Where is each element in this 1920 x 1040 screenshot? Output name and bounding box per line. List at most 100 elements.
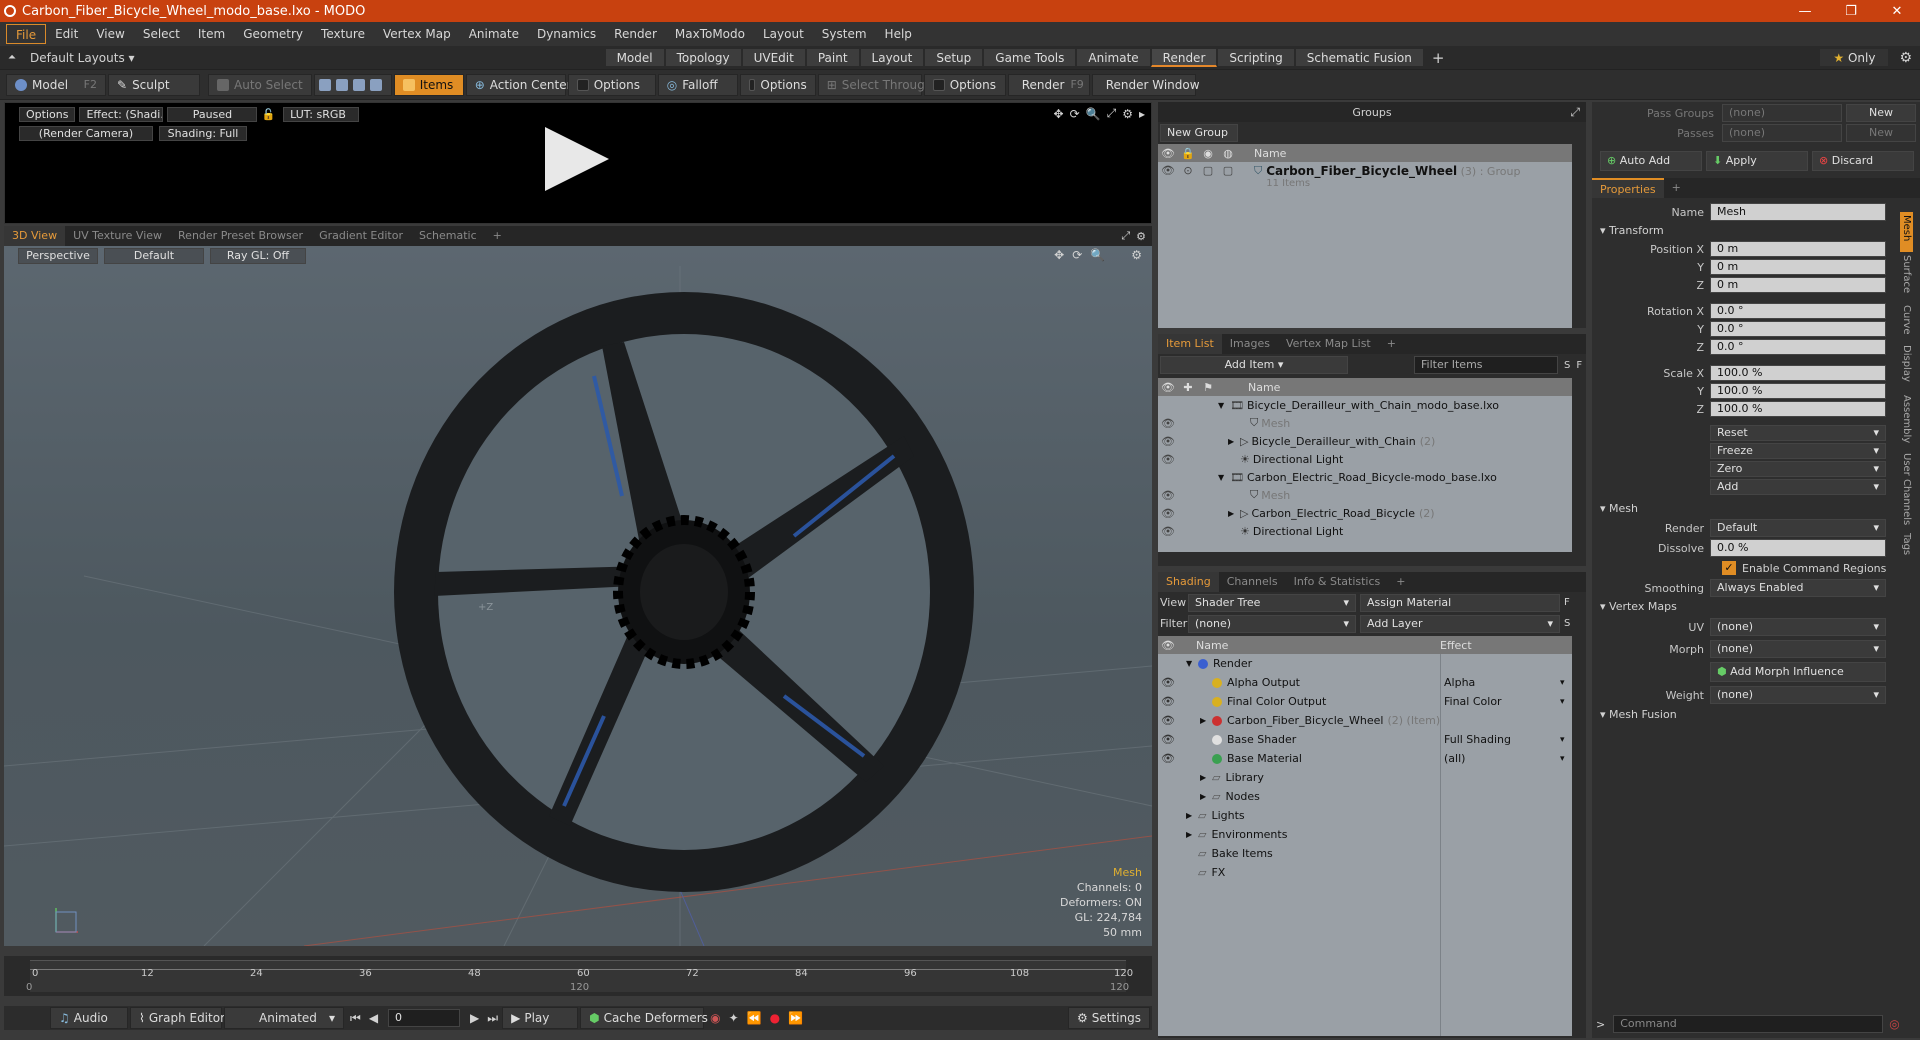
options-button-3[interactable]: Options	[923, 73, 1006, 96]
expand-arrow-icon[interactable]: ▶	[1200, 792, 1212, 801]
side-tab-tags[interactable]: Tags	[1900, 530, 1913, 566]
menu-maxtomodo[interactable]: MaxToModo	[666, 24, 754, 44]
eye-icon[interactable]: 👁	[1158, 695, 1178, 708]
tab-animate[interactable]: Animate	[1076, 48, 1151, 67]
effect-dropdown-icon[interactable]: ▾	[1560, 697, 1565, 707]
eye-icon[interactable]: 👁	[1158, 733, 1178, 746]
view-dropdown[interactable]: Shader Tree ▾	[1188, 593, 1356, 612]
preview-shading-dropdown[interactable]: Shading: Full	[159, 125, 247, 141]
last-frame-icon[interactable]: ⏭	[487, 1011, 498, 1026]
tab-schematic-fusion[interactable]: Schematic Fusion	[1294, 48, 1424, 67]
expand-arrow-icon[interactable]: ▼	[1218, 401, 1230, 410]
new-pass-group-button[interactable]: New	[1846, 104, 1916, 122]
tab-uv-texture-view[interactable]: UV Texture View	[65, 226, 170, 246]
select-through-button[interactable]: ⊞ Select Through	[817, 73, 932, 96]
lock-icon[interactable]: ⊙	[1178, 164, 1198, 177]
shader-row[interactable]: ▶ ▱ Environments	[1158, 825, 1572, 844]
list-item[interactable]: 👁 ⛉ Mesh	[1158, 414, 1572, 432]
side-tab-surface[interactable]: Surface	[1900, 252, 1913, 302]
preview-options-button[interactable]: Options	[19, 106, 76, 122]
animated-dropdown[interactable]: Animated ▾	[224, 1007, 344, 1029]
transform-section[interactable]: ▾ Transform	[1592, 222, 1892, 240]
apply-button[interactable]: ⬇ Apply	[1706, 151, 1808, 171]
options-button-2[interactable]: Options	[739, 73, 816, 96]
eye-icon[interactable]: 👁	[1158, 752, 1178, 765]
transform-action-dropdown[interactable]: Add ▾	[1710, 479, 1886, 495]
shader-row[interactable]: ▶ ▱ Lights	[1158, 806, 1572, 825]
add-tab-icon[interactable]: +	[1379, 334, 1404, 354]
search-icon[interactable]: S	[1564, 618, 1570, 629]
add-tab-icon[interactable]: +	[485, 226, 510, 246]
menu-layout[interactable]: Layout	[754, 24, 813, 44]
audio-button[interactable]: ♫ Audio	[50, 1007, 128, 1029]
first-frame-icon[interactable]: ⏮	[350, 1011, 361, 1026]
menu-item[interactable]: Item	[189, 24, 234, 44]
preview-camera-dropdown[interactable]: (Render Camera)	[19, 125, 153, 141]
viewport-3d[interactable]: Perspective Default Ray GL: Off ✥ ⟳ 🔍 ⚙	[4, 246, 1152, 946]
tab-item-list[interactable]: Item List	[1158, 334, 1222, 354]
expand-icon[interactable]: ⤢	[1570, 105, 1580, 120]
auto-select-button[interactable]: Auto Select	[208, 73, 312, 96]
eye-icon[interactable]: 👁	[1158, 435, 1178, 448]
transform-input[interactable]: 0 m	[1710, 241, 1886, 257]
expand-arrow-icon[interactable]: ▶	[1186, 811, 1198, 820]
tab-paint[interactable]: Paint	[805, 48, 860, 67]
expand-arrow-icon[interactable]: ▶	[1200, 773, 1212, 782]
render-window-button[interactable]: Render Window	[1091, 73, 1200, 96]
transform-input[interactable]: 0 m	[1710, 259, 1886, 275]
eye-icon[interactable]: 👁	[1158, 676, 1178, 689]
tab-shading[interactable]: Shading	[1158, 572, 1219, 592]
menu-file[interactable]: File	[6, 24, 47, 44]
shader-row[interactable]: 👁 Alpha Output Alpha ▾	[1158, 673, 1572, 692]
list-item[interactable]: ▼ 🎞 Bicycle_Derailleur_with_Chain_modo_bas…	[1158, 396, 1572, 414]
cache-deformers-button[interactable]: ⬢ Cache Deformers	[580, 1007, 708, 1029]
minimize-icon[interactable]: —	[1782, 0, 1828, 22]
record-icon[interactable]: ●	[770, 1011, 780, 1025]
only-button[interactable]: ★ Only	[1819, 48, 1890, 67]
tab-setup[interactable]: Setup	[924, 48, 984, 67]
prev-frame-icon[interactable]: ◀	[369, 1011, 378, 1025]
expand-icon[interactable]: ⤢	[1121, 229, 1130, 243]
tab-channels[interactable]: Channels	[1219, 572, 1286, 592]
select-mode-buttons[interactable]	[313, 73, 392, 96]
shader-row[interactable]: 👁 Base Material (all) ▾	[1158, 749, 1572, 768]
next-frame-icon[interactable]: ▶	[470, 1011, 479, 1025]
effect-value[interactable]: Alpha	[1444, 676, 1475, 689]
transform-input[interactable]: 0.0 °	[1710, 321, 1886, 337]
transform-action-dropdown[interactable]: Zero ▾	[1710, 461, 1886, 477]
effect-dropdown-icon[interactable]: ▾	[1560, 735, 1565, 745]
menu-vertex-map[interactable]: Vertex Map	[374, 24, 460, 44]
list-item[interactable]: 👁 ☀ Directional Light	[1158, 522, 1572, 540]
search-icon[interactable]: S	[1564, 360, 1570, 371]
select-toggle-icon[interactable]: ▢	[1218, 164, 1238, 177]
preview-paused-button[interactable]: Paused	[167, 106, 258, 122]
wheel-model[interactable]: +Z	[4, 246, 1152, 946]
zoom-icon[interactable]: 🔍	[1086, 107, 1101, 121]
settings-button[interactable]: ⚙ Settings	[1068, 1007, 1150, 1029]
restore-icon[interactable]: ❐	[1828, 0, 1874, 22]
items-button[interactable]: Items	[393, 73, 464, 96]
shader-row[interactable]: 👁 ▶ Carbon_Fiber_Bicycle_Wheel (2) (Item)	[1158, 711, 1572, 730]
list-item[interactable]: ▼ 🎞 Carbon_Electric_Road_Bicycle-modo_base…	[1158, 468, 1572, 486]
eye-icon[interactable]: 👁	[1158, 714, 1178, 727]
shader-row[interactable]: 👁 Final Color Output Final Color ▾	[1158, 692, 1572, 711]
key-icon[interactable]: ◉	[710, 1011, 720, 1025]
tab-schematic[interactable]: Schematic	[411, 226, 485, 246]
pass-groups-dropdown[interactable]: (none)	[1722, 104, 1842, 122]
tab-info-statistics[interactable]: Info & Statistics	[1286, 572, 1389, 592]
dissolve-input[interactable]: 0.0 %	[1710, 539, 1886, 557]
command-input[interactable]: Command	[1613, 1015, 1884, 1033]
list-item[interactable]: 👁 ⛉ Mesh	[1158, 486, 1572, 504]
tab-uvedit[interactable]: UVEdit	[741, 48, 806, 67]
action-center-button[interactable]: ⊕ Action Center	[465, 73, 572, 96]
tab-layout[interactable]: Layout	[859, 48, 925, 67]
transform-input[interactable]: 0.0 °	[1710, 303, 1886, 319]
add-morph-button[interactable]: ⬢ Add Morph Influence	[1710, 662, 1886, 682]
effect-value[interactable]: Full Shading	[1444, 733, 1511, 746]
transform-input[interactable]: 100.0 %	[1710, 365, 1886, 381]
passes-dropdown[interactable]: (none)	[1722, 124, 1842, 142]
transform-input[interactable]: 100.0 %	[1710, 383, 1886, 399]
settings-icon[interactable]: ⚙	[1136, 230, 1146, 243]
tab-game-tools[interactable]: Game Tools	[983, 48, 1077, 67]
side-tab-curve[interactable]: Curve	[1900, 302, 1913, 342]
